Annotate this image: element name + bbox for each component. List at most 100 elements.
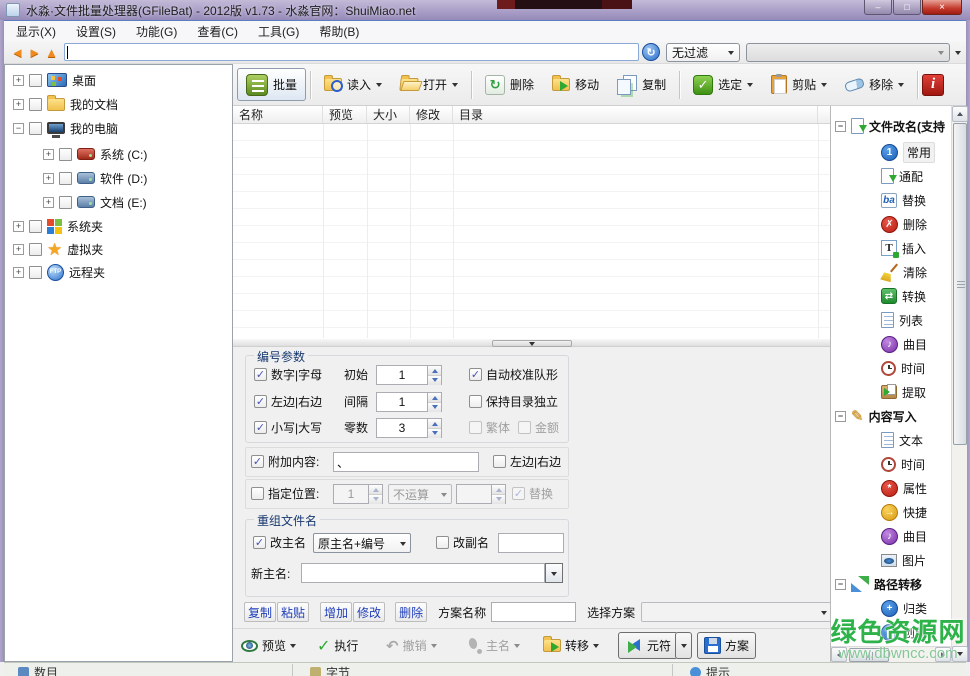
scheme-copy-button[interactable]: 复制 <box>244 602 276 622</box>
extension-input[interactable] <box>498 533 564 553</box>
interval-spinner[interactable]: 1 <box>376 392 442 412</box>
scheme-modify-button[interactable]: 修改 <box>353 602 385 622</box>
scrollbar-thumb[interactable] <box>849 648 889 662</box>
file-table-body[interactable] <box>233 124 830 338</box>
tree-item-create[interactable]: 创建 <box>831 620 927 644</box>
tree-item-clean[interactable]: 清除 <box>831 260 927 284</box>
tree-item-extract[interactable]: 提取 <box>831 380 926 404</box>
panel-splitter[interactable] <box>233 338 830 347</box>
close-button[interactable]: × <box>922 0 962 15</box>
tree-item-list[interactable]: 列表 <box>831 308 923 332</box>
symbol-dropdown-button[interactable] <box>675 632 692 659</box>
checkbox-append-content[interactable]: ✓ <box>251 455 264 468</box>
operation-select[interactable]: 不运算 <box>388 484 452 504</box>
scroll-up-button[interactable] <box>952 106 968 122</box>
scheme-paste-button[interactable]: 粘贴 <box>277 602 309 622</box>
forward-icon[interactable]: ► <box>26 45 43 60</box>
column-header-preview[interactable]: 预览 <box>323 106 367 123</box>
spinner-buttons[interactable] <box>492 484 506 504</box>
up-icon[interactable]: ▲ <box>43 45 60 60</box>
tree-item-my-computer[interactable]: − 我的电脑 <box>5 116 118 140</box>
expand-icon[interactable]: + <box>13 99 24 110</box>
tree-item-classify[interactable]: + 归类 <box>831 596 927 620</box>
spinner-buttons[interactable] <box>428 392 442 412</box>
checkbox-specify-position[interactable]: ✓ <box>251 487 264 500</box>
menu-settings[interactable]: 设置(S) <box>66 21 126 41</box>
column-header-directory[interactable]: 目录 <box>453 106 818 123</box>
checkbox-lower-upper[interactable]: ✓ <box>254 421 267 434</box>
symbol-button[interactable]: 元符 <box>618 632 678 659</box>
tree-item-convert[interactable]: ⇄ 转换 <box>831 284 926 308</box>
tree-item-time[interactable]: 时间 <box>831 356 925 380</box>
tree-item-common[interactable]: 1 常用 <box>831 140 935 164</box>
checkbox[interactable] <box>59 148 72 161</box>
operand-spinner[interactable] <box>456 484 506 504</box>
tree-item-picture[interactable]: 图片 <box>831 548 926 572</box>
tree-item-drive-e[interactable]: + 文档 (E:) <box>5 190 147 214</box>
info-button[interactable]: i <box>922 74 944 96</box>
preview-button[interactable]: 预览 <box>241 632 296 659</box>
checkbox-left-right[interactable]: ✓ <box>254 395 267 408</box>
checkbox[interactable] <box>29 266 42 279</box>
tree-item-content-write-root[interactable]: − ✎ 内容写入 <box>831 404 917 428</box>
expand-icon[interactable]: + <box>13 75 24 86</box>
column-header-modified[interactable]: 修改 <box>410 106 453 123</box>
read-in-button[interactable]: 读入 <box>315 68 391 101</box>
collapse-icon[interactable]: − <box>13 123 24 134</box>
tree-item-path-root[interactable]: − 路径转移 <box>831 572 922 596</box>
tree-item-remote-folder[interactable]: + FTP 远程夹 <box>5 260 105 284</box>
tree-item-drive-d[interactable]: + 软件 (D:) <box>5 166 147 190</box>
tree-item-system-folder[interactable]: + 系统夹 <box>5 214 103 238</box>
checkbox-keep-directory[interactable]: ✓ <box>469 395 482 408</box>
main-name-button[interactable]: 主名 <box>468 632 520 659</box>
spinner-buttons[interactable] <box>428 365 442 385</box>
append-content-input[interactable]: 、 <box>333 452 479 472</box>
batch-button[interactable]: 批量 <box>237 68 306 101</box>
maximize-button[interactable]: □ <box>893 0 921 15</box>
scrollbar-thumb[interactable] <box>953 123 967 445</box>
filter-select[interactable]: 无过滤 <box>666 43 740 62</box>
tree-item-track-2[interactable]: ♪ 曲目 <box>831 524 927 548</box>
menu-view[interactable]: 查看(C) <box>187 21 248 41</box>
remove-button[interactable]: 移除 <box>836 68 913 101</box>
checkbox-change-extension[interactable]: ✓ <box>436 536 449 549</box>
tree-item-rename-root[interactable]: − 文件改名(支持 <box>831 114 945 138</box>
expand-icon[interactable]: + <box>43 149 54 160</box>
tree-item-attribute[interactable]: * 属性 <box>831 476 927 500</box>
clipboard-button[interactable]: 剪贴 <box>762 68 836 101</box>
menu-tools[interactable]: 工具(G) <box>248 21 309 41</box>
move-button[interactable]: 移动 <box>543 68 608 101</box>
collapse-icon[interactable]: − <box>835 579 846 590</box>
tree-item-virtual-folder[interactable]: + ★ 虚拟夹 <box>5 237 103 261</box>
scheme-delete-button[interactable]: 删除 <box>395 602 427 622</box>
checkbox-replace[interactable]: ✓ <box>512 487 525 500</box>
column-header-size[interactable]: 大小 <box>367 106 410 123</box>
splitter-collapse-button[interactable] <box>492 340 572 347</box>
scheme-name-input[interactable] <box>491 602 576 622</box>
checkbox[interactable] <box>29 243 42 256</box>
checkbox-append-side[interactable]: ✓ <box>493 455 506 468</box>
tree-item-text[interactable]: 文本 <box>831 428 923 452</box>
checkbox[interactable] <box>29 98 42 111</box>
vertical-scrollbar[interactable] <box>951 106 967 662</box>
expand-icon[interactable]: + <box>13 267 24 278</box>
open-button[interactable]: 打开 <box>391 68 467 101</box>
position-spinner[interactable]: 1 <box>333 484 383 504</box>
checkbox[interactable] <box>29 122 42 135</box>
toolbar-overflow-icon[interactable] <box>955 51 961 58</box>
expand-icon[interactable]: + <box>43 173 54 184</box>
select-button[interactable]: ✓ 选定 <box>684 68 762 101</box>
back-icon[interactable]: ◄ <box>9 45 26 60</box>
new-name-input[interactable] <box>301 563 545 583</box>
menu-display[interactable]: 显示(X) <box>6 21 66 41</box>
refresh-button[interactable]: ↻ <box>642 43 660 61</box>
checkbox[interactable] <box>29 74 42 87</box>
delete-button[interactable]: ↻ 删除 <box>476 68 543 101</box>
scheme-add-button[interactable]: 增加 <box>320 602 352 622</box>
menu-help[interactable]: 帮助(B) <box>309 21 369 41</box>
expand-icon[interactable]: + <box>43 197 54 208</box>
scroll-right-button[interactable] <box>935 647 951 662</box>
tree-item-desktop[interactable]: + 桌面 <box>5 68 96 92</box>
undo-button[interactable]: ↶ 撤销 <box>386 632 437 659</box>
checkbox-digit-letter[interactable]: ✓ <box>254 368 267 381</box>
